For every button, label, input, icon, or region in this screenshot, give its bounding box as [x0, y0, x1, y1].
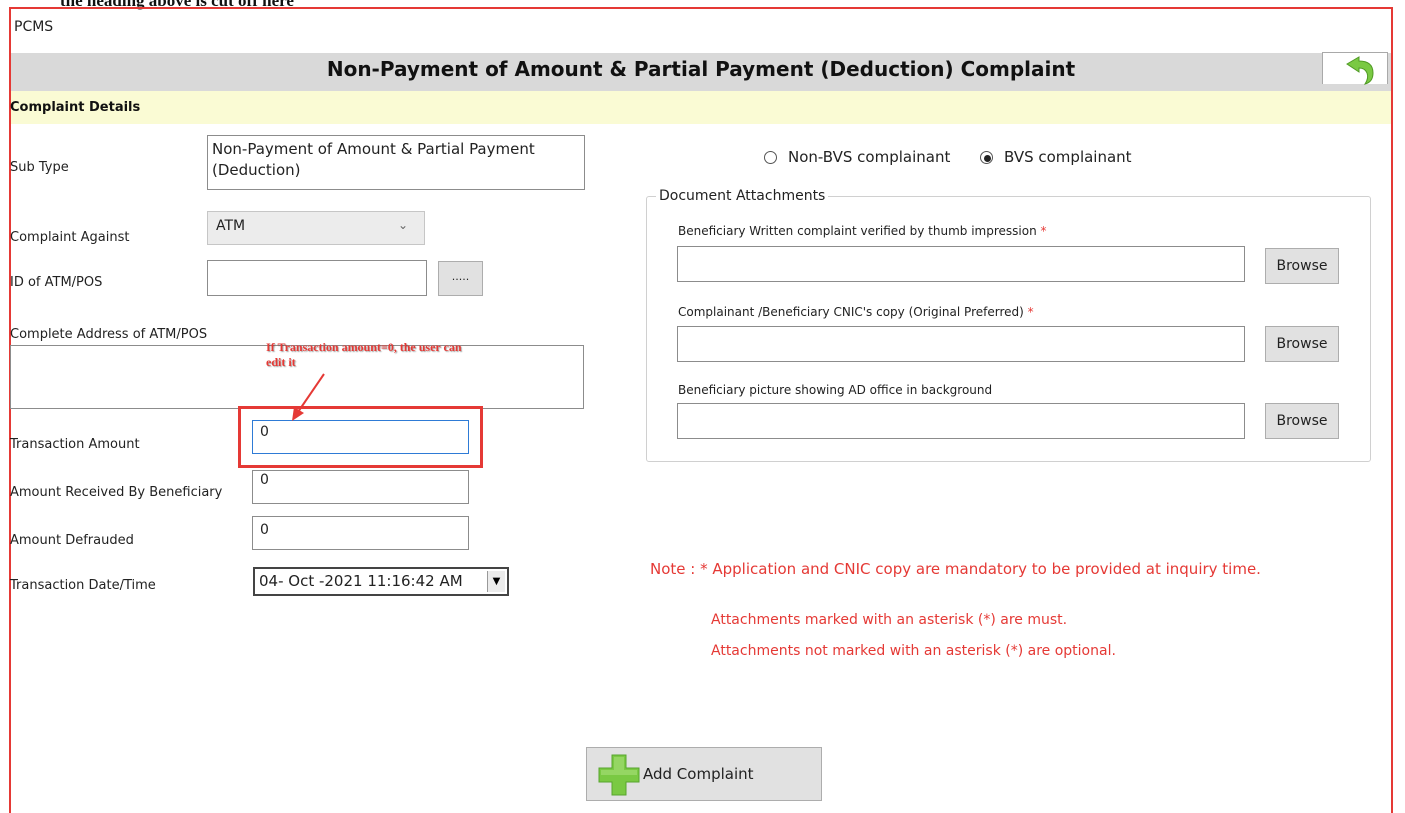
add-complaint-button[interactable]: Add Complaint	[586, 747, 822, 801]
amount-defrauded-field[interactable]: 0	[252, 516, 469, 550]
app-title: PCMS	[14, 19, 54, 35]
attachment-3-path[interactable]	[677, 403, 1245, 439]
asterisk-must-note: Attachments marked with an asterisk (*) …	[711, 612, 1068, 628]
required-asterisk: *	[1027, 305, 1034, 319]
transaction-datetime-label: Transaction Date/Time	[10, 578, 156, 593]
attachment-2-browse-button[interactable]: Browse	[1265, 326, 1339, 362]
asterisk-optional-note: Attachments not marked with an asterisk …	[711, 643, 1116, 659]
attachment-1-browse-button[interactable]: Browse	[1265, 248, 1339, 284]
annotation-highlight-box	[238, 406, 483, 468]
attachment-1-path[interactable]	[677, 246, 1245, 282]
page-title: Non-Payment of Amount & Partial Payment …	[326, 57, 1076, 81]
annotation-note: If Transaction amount=0, the user can ed…	[266, 340, 462, 369]
sub-type-label: Sub Type	[10, 160, 69, 175]
complaint-against-select[interactable]: ATM ⌄	[207, 211, 425, 245]
complaint-against-label: Complaint Against	[10, 230, 130, 245]
attachment-2-label: Complainant /Beneficiary CNIC's copy (Or…	[678, 305, 1034, 319]
add-complaint-label: Add Complaint	[643, 765, 754, 783]
attachment-1-label-text: Beneficiary Written complaint verified b…	[678, 224, 1037, 238]
required-asterisk: *	[1040, 224, 1047, 238]
attachment-3-browse-button[interactable]: Browse	[1265, 403, 1339, 439]
non-bvs-radio-label[interactable]: Non-BVS complainant	[788, 148, 950, 166]
attachment-1-label: Beneficiary Written complaint verified b…	[678, 224, 1047, 238]
attachment-3-label: Beneficiary picture showing AD office in…	[678, 383, 992, 397]
non-bvs-radio[interactable]	[764, 151, 777, 164]
atm-id-label: ID of ATM/POS	[10, 275, 103, 290]
sub-type-field[interactable]: Non-Payment of Amount & Partial Payment …	[207, 135, 585, 190]
transaction-datetime-picker[interactable]: 04- Oct -2021 11:16:42 AM ▼	[253, 567, 509, 596]
atm-id-field[interactable]	[207, 260, 427, 296]
section-title: Complaint Details	[10, 100, 141, 115]
mandatory-note: Note : * Application and CNIC copy are m…	[650, 560, 1261, 578]
address-label: Complete Address of ATM/POS	[10, 327, 208, 342]
bvs-radio[interactable]	[980, 151, 993, 164]
transaction-datetime-value: 04- Oct -2021 11:16:42 AM	[259, 572, 463, 590]
complaint-against-value: ATM	[216, 218, 246, 234]
chevron-down-icon: ⌄	[397, 218, 408, 232]
attachment-3-label-text: Beneficiary picture showing AD office in…	[678, 383, 993, 397]
document-attachments-legend: Document Attachments	[656, 188, 829, 204]
back-button[interactable]	[1322, 52, 1388, 85]
attachment-2-label-text: Complainant /Beneficiary CNIC's copy (Or…	[678, 305, 1024, 319]
dropdown-arrow-icon[interactable]: ▼	[487, 571, 505, 592]
attachment-2-path[interactable]	[677, 326, 1245, 362]
amount-received-field[interactable]: 0	[252, 470, 469, 504]
transaction-amount-label: Transaction Amount	[10, 437, 140, 452]
section-bar	[11, 91, 1391, 124]
bvs-radio-label[interactable]: BVS complainant	[1004, 148, 1132, 166]
amount-received-label: Amount Received By Beneficiary	[10, 485, 223, 500]
green-plus-icon	[598, 754, 640, 796]
undo-arrow-icon	[1346, 56, 1374, 85]
amount-defrauded-label: Amount Defrauded	[10, 533, 134, 548]
atm-picker-button[interactable]: .....	[438, 261, 483, 296]
